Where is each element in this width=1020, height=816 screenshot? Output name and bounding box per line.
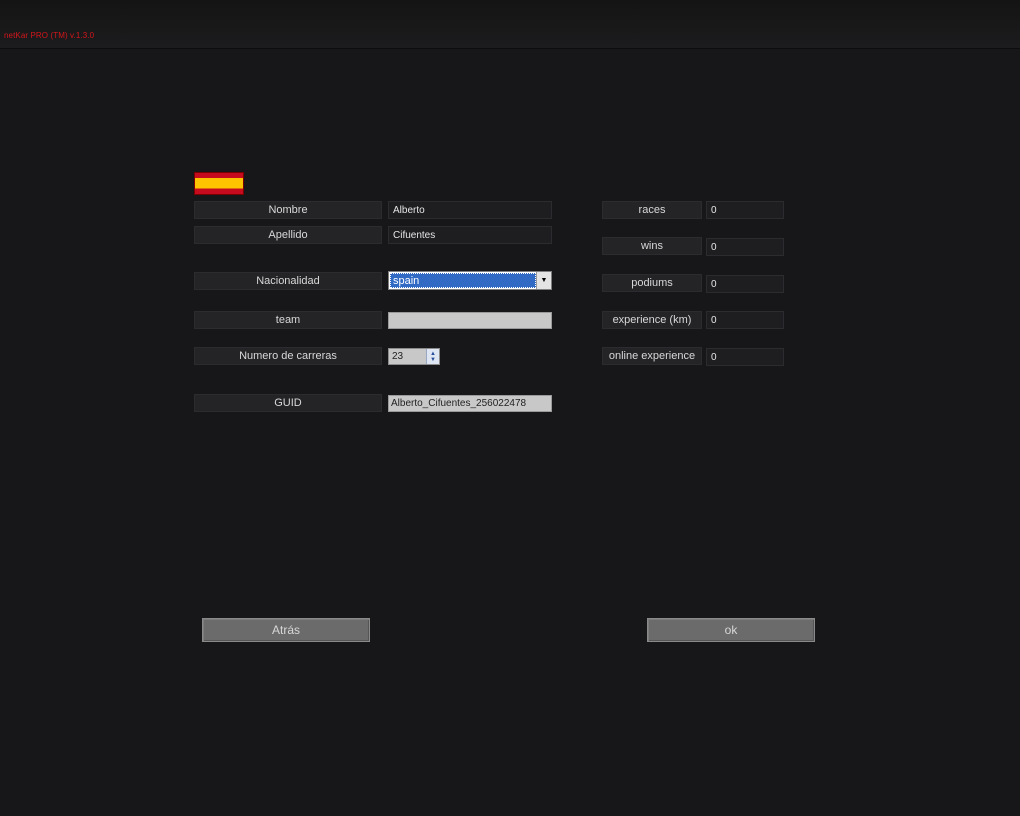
- nombre-label: Nombre: [194, 201, 382, 219]
- spin-down-icon[interactable]: ▼: [430, 357, 436, 363]
- spinner-arrows-icon[interactable]: ▲ ▼: [426, 349, 439, 364]
- apellido-label: Apellido: [194, 226, 382, 244]
- stat-value-online-experience: 0: [706, 348, 784, 366]
- carreras-label: Numero de carreras: [194, 347, 382, 365]
- app-title: netKar PRO (TM) v.1.3.0: [4, 31, 95, 40]
- stat-value-experience: 0: [706, 311, 784, 329]
- nombre-field[interactable]: Alberto: [388, 201, 552, 219]
- stat-label-races: races: [602, 201, 702, 219]
- ok-button[interactable]: ok: [647, 618, 815, 642]
- nacionalidad-select[interactable]: spain ▼: [388, 271, 552, 290]
- guid-label: GUID: [194, 394, 382, 412]
- carreras-value: 23: [392, 351, 404, 362]
- stat-value-races: 0: [706, 201, 784, 219]
- stat-label-experience: experience (km): [602, 311, 702, 329]
- back-button[interactable]: Atrás: [202, 618, 370, 642]
- dropdown-arrow-icon[interactable]: ▼: [536, 272, 551, 289]
- nacionalidad-selected-value: spain: [390, 273, 536, 288]
- title-bar: netKar PRO (TM) v.1.3.0: [0, 0, 1020, 49]
- carreras-spinner[interactable]: 23 ▲ ▼: [388, 348, 440, 365]
- stat-value-podiums: 0: [706, 275, 784, 293]
- stat-label-podiums: podiums: [602, 274, 702, 292]
- stat-label-online-experience: online experience: [602, 347, 702, 365]
- stat-value-wins: 0: [706, 238, 784, 256]
- apellido-field[interactable]: Cifuentes: [388, 226, 552, 244]
- stat-label-wins: wins: [602, 237, 702, 255]
- nacionalidad-label: Nacionalidad: [194, 272, 382, 290]
- team-field[interactable]: [388, 312, 552, 329]
- team-label: team: [194, 311, 382, 329]
- spain-flag-icon: [194, 172, 244, 195]
- guid-field[interactable]: Alberto_Cifuentes_256022478: [388, 395, 552, 412]
